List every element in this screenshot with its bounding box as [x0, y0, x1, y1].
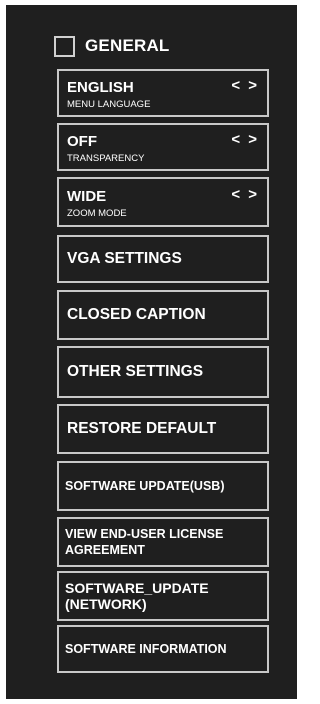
software-update-network-label: SOFTWARE_UPDATE (NETWORK): [65, 573, 263, 619]
zoom-mode-label: ZOOM MODE: [67, 208, 127, 219]
menu-language-option[interactable]: ENGLISH MENU LANGUAGE < >: [57, 69, 269, 117]
transparency-label: TRANSPARENCY: [67, 153, 145, 164]
closed-caption-label: CLOSED CAPTION: [67, 306, 206, 323]
software-update-usb-button[interactable]: SOFTWARE UPDATE(USB): [57, 461, 269, 511]
software-update-network-button[interactable]: SOFTWARE_UPDATE (NETWORK): [57, 571, 269, 621]
menu-language-label: MENU LANGUAGE: [67, 99, 151, 110]
general-checkbox[interactable]: [54, 35, 75, 57]
restore-default-button[interactable]: RESTORE DEFAULT: [57, 404, 269, 454]
menu-language-arrows-icon[interactable]: < >: [231, 77, 259, 94]
software-update-network-line1: SOFTWARE_UPDATE: [65, 580, 209, 596]
menu-header: GENERAL: [54, 33, 170, 59]
vga-settings-label: VGA SETTINGS: [67, 250, 182, 267]
transparency-option[interactable]: OFF TRANSPARENCY < >: [57, 123, 269, 171]
zoom-mode-arrows-icon[interactable]: < >: [231, 186, 259, 203]
software-update-usb-label: SOFTWARE UPDATE(USB): [65, 479, 225, 493]
other-settings-button[interactable]: OTHER SETTINGS: [57, 346, 269, 398]
view-license-agreement-label: VIEW END-USER LICENSE AGREEMENT: [65, 519, 263, 565]
restore-default-label: RESTORE DEFAULT: [67, 420, 217, 437]
zoom-mode-option[interactable]: WIDE ZOOM MODE < >: [57, 177, 269, 227]
view-license-line2: AGREEMENT: [65, 543, 145, 557]
software-information-button[interactable]: SOFTWARE INFORMATION: [57, 625, 269, 673]
menu-title: GENERAL: [85, 36, 170, 55]
closed-caption-button[interactable]: CLOSED CAPTION: [57, 290, 269, 340]
other-settings-label: OTHER SETTINGS: [67, 363, 204, 380]
menu-language-value: ENGLISH: [67, 79, 134, 96]
transparency-value: OFF: [67, 133, 97, 150]
transparency-arrows-icon[interactable]: < >: [231, 131, 259, 148]
view-license-agreement-button[interactable]: VIEW END-USER LICENSE AGREEMENT: [57, 517, 269, 567]
zoom-mode-value: WIDE: [67, 188, 107, 205]
view-license-line1: VIEW END-USER LICENSE: [65, 527, 224, 541]
software-information-label: SOFTWARE INFORMATION: [65, 642, 227, 656]
software-update-network-line2: (NETWORK): [65, 596, 147, 612]
vga-settings-button[interactable]: VGA SETTINGS: [57, 235, 269, 283]
settings-menu-panel: GENERAL ENGLISH MENU LANGUAGE < > OFF TR…: [6, 5, 297, 699]
